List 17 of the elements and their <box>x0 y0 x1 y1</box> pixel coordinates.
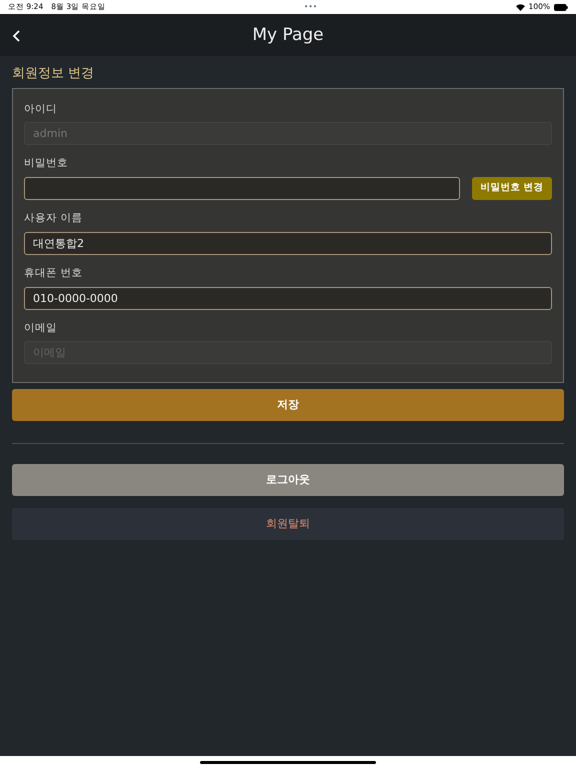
input-field[interactable]: 010-0000-0000 <box>24 286 552 310</box>
logout-button[interactable]: 로그아웃 <box>12 464 564 496</box>
withdraw-button[interactable]: 회원탈퇴 <box>12 508 564 540</box>
input-field[interactable] <box>24 177 460 200</box>
battery-icon <box>554 4 568 10</box>
wifi-icon <box>516 4 525 10</box>
field-label: 아이디 <box>24 102 58 116</box>
input-field[interactable]: 대연통합2 <box>24 232 552 255</box>
field-label: 이메일 <box>24 320 58 336</box>
field-label: 사용자 이름 <box>24 211 84 226</box>
change-password-button[interactable]: 비밀번호 변경 <box>472 177 552 200</box>
field-label: 비밀번호 <box>24 156 69 172</box>
page-title: My Page <box>252 24 324 46</box>
save-button[interactable]: 저장 <box>12 389 564 422</box>
section-title: 회원정보 변경 <box>12 65 96 83</box>
field-label: 휴대폰 번호 <box>24 266 84 281</box>
chevron-left-icon <box>12 30 22 42</box>
